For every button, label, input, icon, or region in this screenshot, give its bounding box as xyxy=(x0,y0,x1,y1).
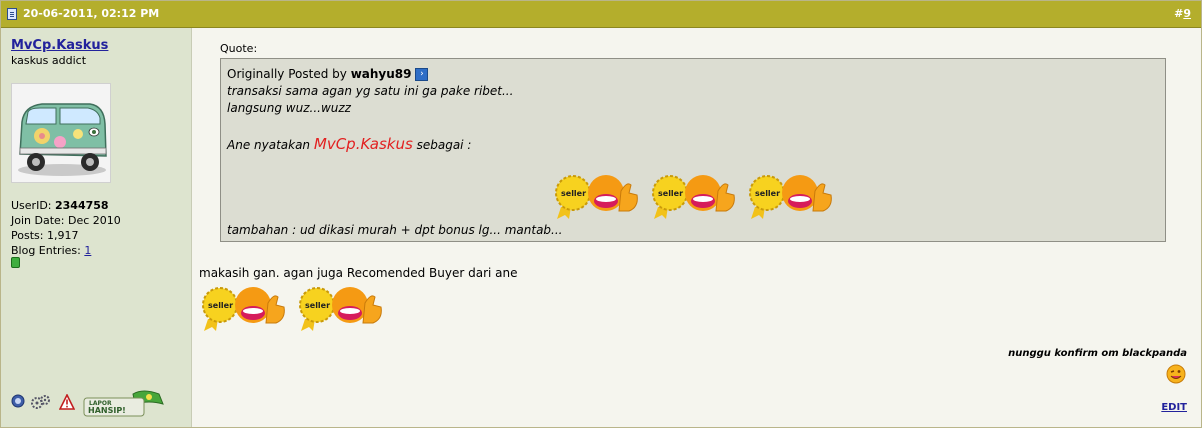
post-number-prefix: # xyxy=(1174,7,1184,20)
seller-smiley-icon: seller xyxy=(648,171,740,224)
quote-line-3: Ane nyatakan MvCp.Kaskus sebagai : xyxy=(227,135,471,153)
posts-label: Posts: xyxy=(11,229,44,242)
quote-highlight-username: MvCp.Kaskus xyxy=(313,135,413,153)
avatar[interactable] xyxy=(11,83,111,183)
user-title: kaskus addict xyxy=(11,54,87,67)
reputation-icon[interactable] xyxy=(11,394,25,411)
hansip-label: HANSIP! xyxy=(88,406,126,415)
username-link[interactable]: MvCp.Kaskus xyxy=(11,38,108,53)
seller-badge-text: seller xyxy=(755,189,780,198)
post-header: 20-06-2011, 02:12 PM #9 xyxy=(1,1,1201,28)
quote-line-1: transaksi sama agan yg satu ini ga pake … xyxy=(227,84,514,98)
seller-smiley-icon: seller xyxy=(745,171,837,224)
join-date-label: Join Date: xyxy=(11,214,65,227)
post-date: 20-06-2011, 02:12 PM xyxy=(23,7,160,20)
post-message: makasih gan. agan juga Recomended Buyer … xyxy=(199,266,518,280)
view-post-arrow-icon[interactable]: › xyxy=(415,68,429,81)
user-sidebar: MvCp.Kaskus kaskus addict UserID: 234475… xyxy=(1,28,192,427)
posts-value: 1,917 xyxy=(46,229,79,242)
blog-entries-label: Blog Entries: xyxy=(11,244,81,257)
blog-entries-link[interactable]: 1 xyxy=(84,244,91,257)
quote-line-3-suffix: sebagai : xyxy=(416,138,472,152)
seller-badge-text: seller xyxy=(208,301,233,310)
post-document-icon xyxy=(7,8,17,20)
online-status-icon xyxy=(11,257,20,268)
post-number-link[interactable]: 9 xyxy=(1183,7,1191,20)
edit-post-link[interactable]: EDIT xyxy=(1161,402,1187,413)
gears-icon[interactable] xyxy=(31,394,51,413)
user-id-label: UserID: xyxy=(11,199,52,212)
lapor-hansip-button[interactable]: LAPOR HANSIP! xyxy=(83,390,167,421)
seller-badge-text: seller xyxy=(658,189,683,198)
user-info: UserID: 2344758 Join Date: Dec 2010 Post… xyxy=(11,198,121,258)
seller-smiley-icon: seller xyxy=(295,283,387,336)
seller-badge-text: seller xyxy=(305,301,330,310)
user-id-row: UserID: 2344758 xyxy=(11,198,121,213)
join-date-value: Dec 2010 xyxy=(68,214,121,227)
quote-line-3-prefix: Ane nyatakan xyxy=(227,138,311,152)
quote-label: Quote: xyxy=(220,42,258,55)
join-date-row: Join Date: Dec 2010 xyxy=(11,213,121,228)
avatar-van-image xyxy=(12,84,110,182)
quote-box: Originally Posted by wahyu89 › transaksi … xyxy=(220,58,1166,242)
seller-smiley-icon: seller xyxy=(551,171,643,224)
post-number[interactable]: #9 xyxy=(1174,7,1191,20)
post-content: Quote: Originally Posted by wahyu89 › tra… xyxy=(192,28,1201,427)
report-warning-icon[interactable] xyxy=(58,393,76,413)
forum-post: 20-06-2011, 02:12 PM #9 MvCp.Kaskus kask… xyxy=(0,0,1202,428)
signature-text: nunggu konfirm om blackpanda xyxy=(1008,348,1187,359)
quote-origin-prefix: Originally Posted by xyxy=(227,67,347,81)
seller-badge-text: seller xyxy=(561,189,586,198)
posts-row: Posts: 1,917 xyxy=(11,228,121,243)
quote-line-2: langsung wuz...wuzz xyxy=(227,101,351,115)
user-id-value: 2344758 xyxy=(55,199,109,212)
quote-origin: Originally Posted by wahyu89 › xyxy=(227,67,429,81)
wink-smiley-icon xyxy=(1166,364,1186,387)
quote-line-4: tambahan : ud dikasi murah + dpt bonus l… xyxy=(227,223,563,237)
seller-smiley-icon: seller xyxy=(198,283,290,336)
quote-origin-user: wahyu89 xyxy=(350,67,412,81)
blog-entries-row: Blog Entries: 1 xyxy=(11,243,121,258)
